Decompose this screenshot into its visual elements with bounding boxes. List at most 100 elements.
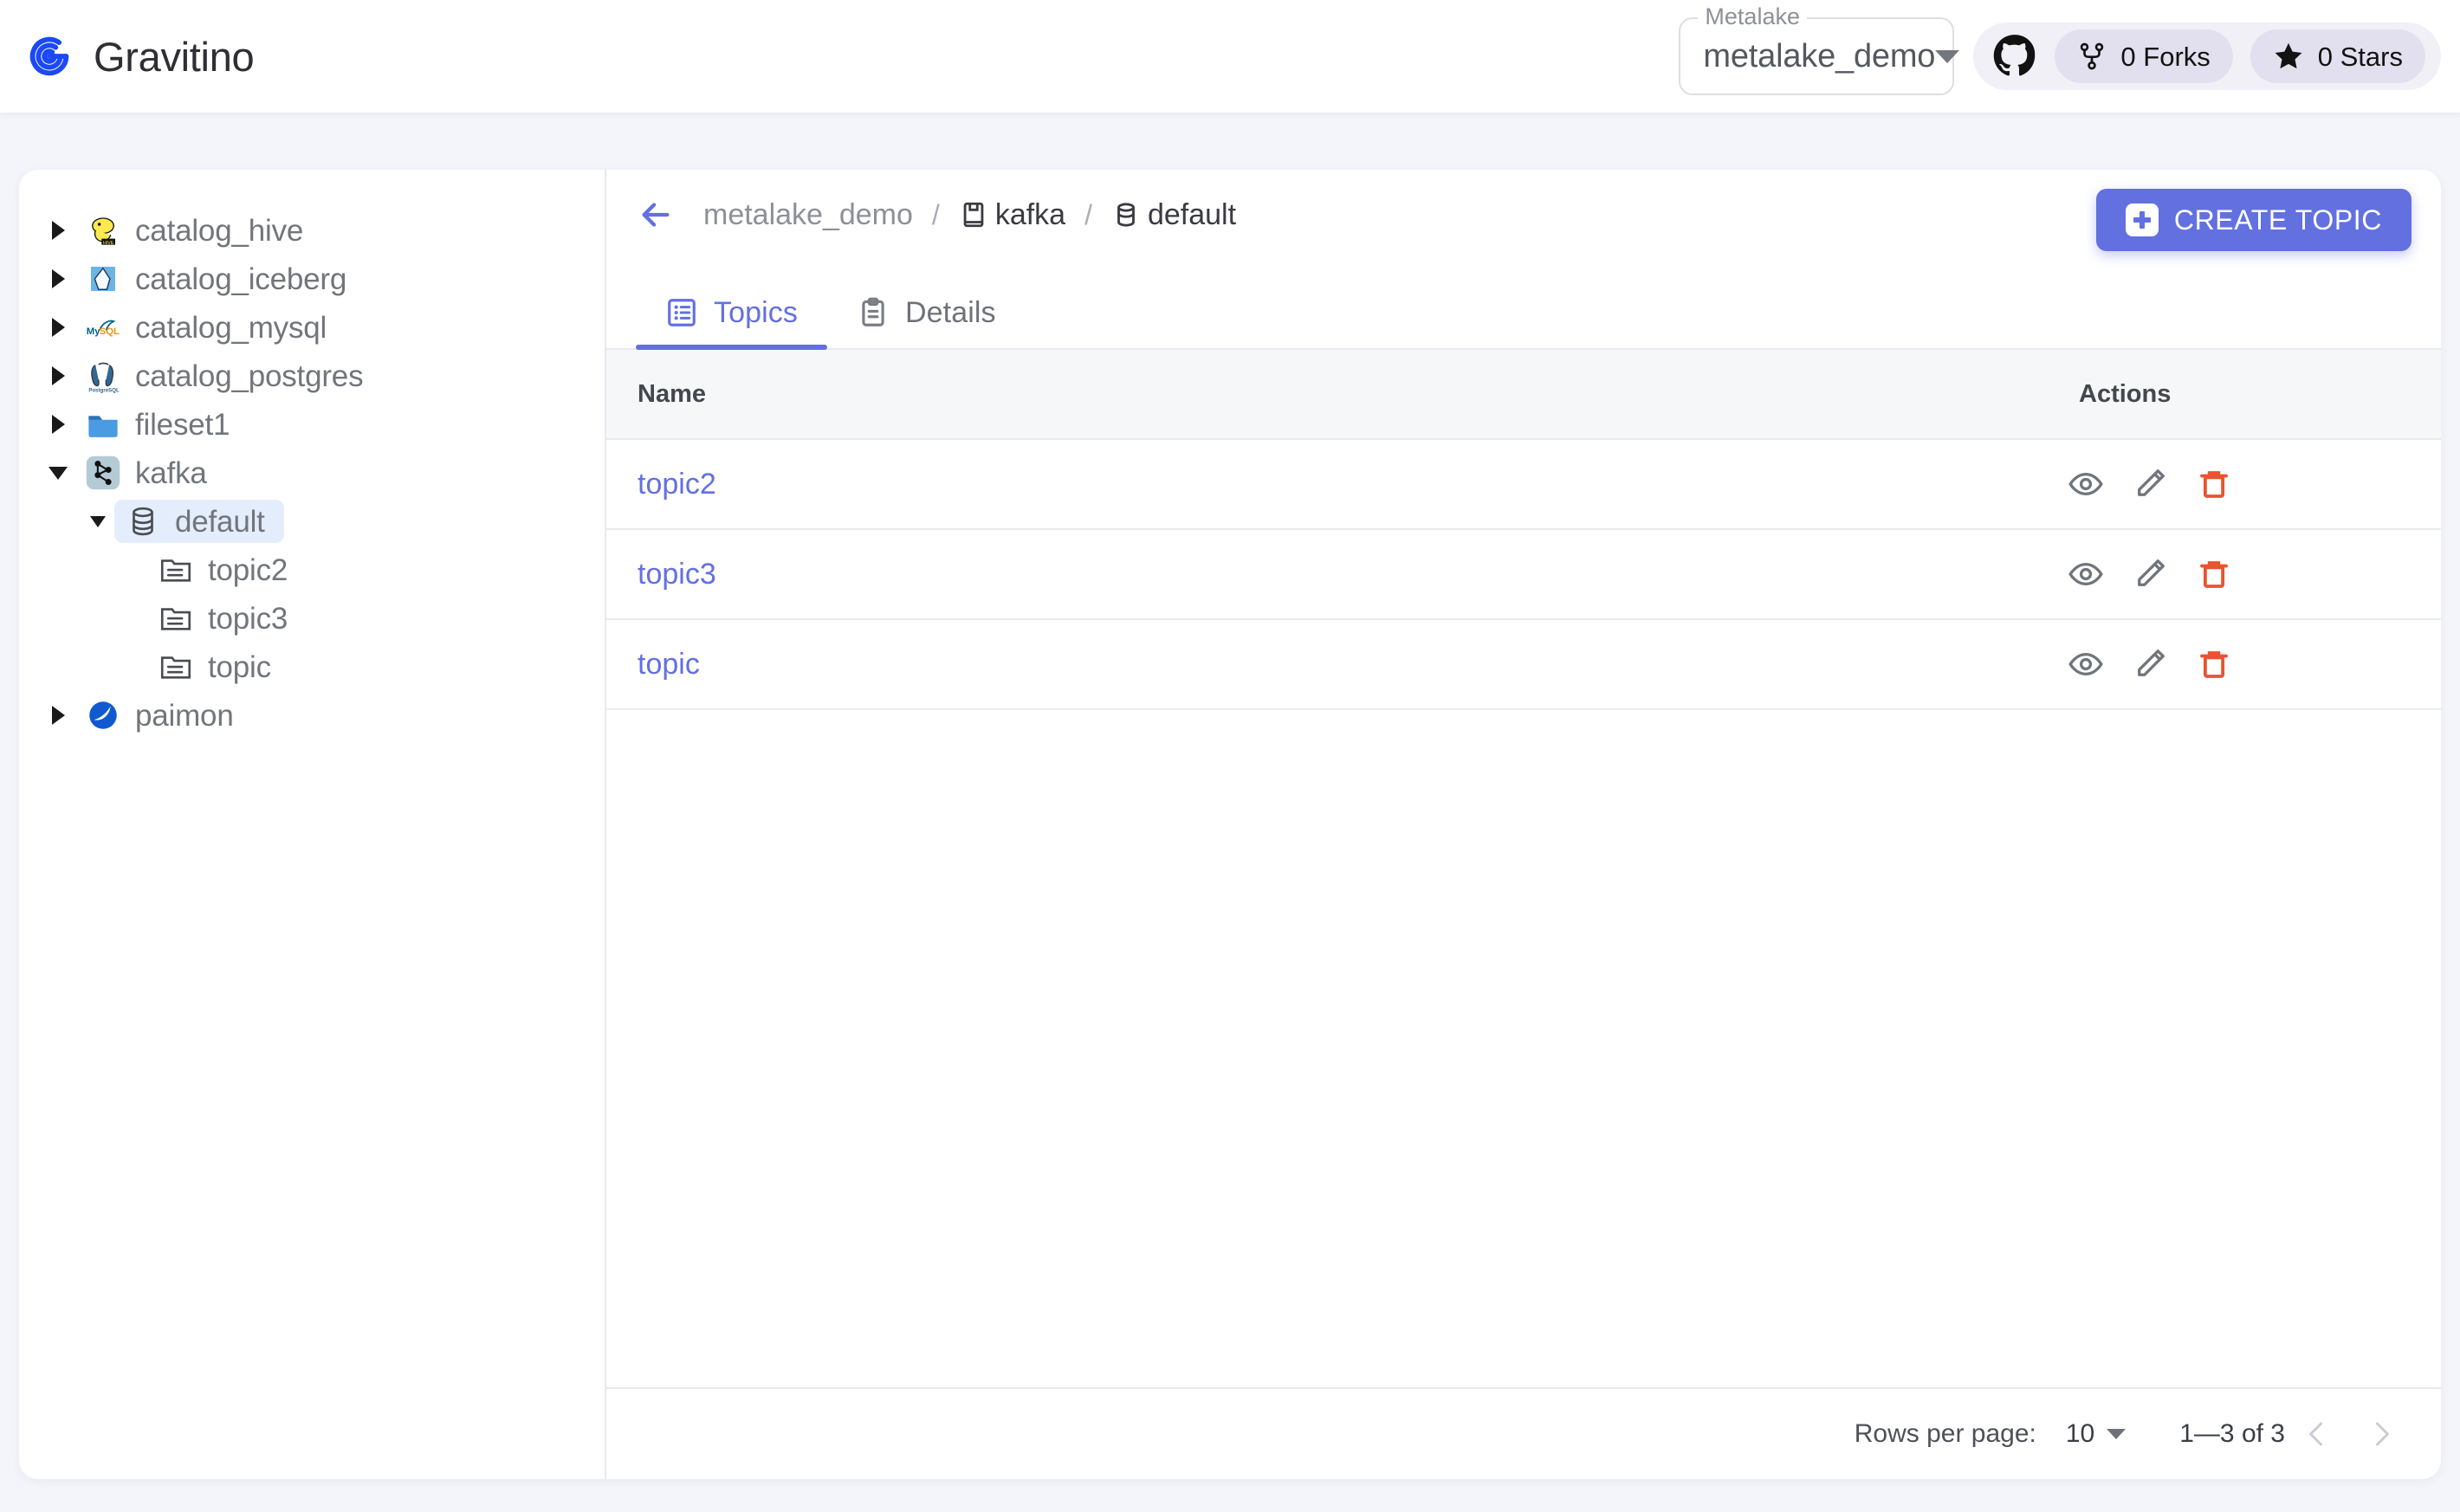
- paimon-icon: [85, 697, 121, 733]
- tree-item-label: default: [175, 507, 265, 537]
- brand[interactable]: Gravitino: [23, 29, 254, 83]
- breadcrumb-item-metalake[interactable]: metalake_demo: [703, 200, 913, 229]
- row-actions: [1991, 638, 2441, 690]
- tree-item-fileset1[interactable]: fileset1: [19, 400, 605, 449]
- chevron-right-icon[interactable]: [42, 318, 74, 337]
- chevron-right-icon: [2366, 1418, 2397, 1450]
- chevron-left-icon: [2301, 1418, 2333, 1450]
- previous-page-button[interactable]: [2285, 1402, 2349, 1466]
- view-icon[interactable]: [2060, 548, 2112, 600]
- tree-item-catalog_hive[interactable]: HIVE catalog_hive: [19, 206, 605, 255]
- tree-item-label: catalog_iceberg: [135, 264, 346, 294]
- breadcrumb-bar: metalake_demo / kafka /: [606, 170, 2441, 260]
- topics-table: Name Actions topic2 top: [606, 350, 2441, 710]
- tree-item-topic[interactable]: topic: [19, 643, 605, 691]
- database-icon: [125, 503, 161, 540]
- tab-details[interactable]: Details: [827, 296, 1026, 348]
- tree-item-label: topic3: [208, 604, 288, 634]
- tree-item-default[interactable]: default: [19, 497, 605, 546]
- table-empty-space: [606, 710, 2441, 1387]
- mysql-icon: My SQL: [85, 309, 121, 346]
- topic-name-link[interactable]: topic2: [606, 469, 1991, 499]
- chevron-right-icon[interactable]: [42, 221, 74, 240]
- edit-icon[interactable]: [2124, 548, 2176, 600]
- breadcrumb-item-catalog[interactable]: kafka: [959, 200, 1065, 229]
- svg-text:My: My: [87, 326, 100, 337]
- tree-item-label: catalog_mysql: [135, 313, 327, 343]
- rows-per-page-select[interactable]: 10: [2066, 1421, 2126, 1447]
- topic-name-link[interactable]: topic: [606, 649, 1991, 679]
- table-row[interactable]: topic3: [606, 530, 2441, 620]
- topic-icon: [158, 552, 194, 588]
- rows-per-page-value: 10: [2066, 1421, 2094, 1447]
- delete-icon[interactable]: [2188, 548, 2240, 600]
- metalake-label: Metalake: [1698, 5, 1807, 29]
- github-forks-label: 0 Forks: [2120, 43, 2210, 70]
- topic-icon: [158, 649, 194, 685]
- topic-icon: [158, 600, 194, 636]
- fork-icon: [2077, 42, 2107, 71]
- github-stars-badge[interactable]: 0 Stars: [2250, 29, 2425, 83]
- postgres-icon: PostgreSQL: [85, 358, 121, 394]
- chevron-down-icon: [1935, 50, 1959, 63]
- chevron-down-icon[interactable]: [81, 516, 114, 527]
- edit-icon[interactable]: [2124, 458, 2176, 510]
- chevron-right-icon[interactable]: [42, 415, 74, 434]
- pagination-bar: Rows per page: 10 1—3 of 3: [606, 1387, 2441, 1479]
- tree-item-topic3[interactable]: topic3: [19, 594, 605, 643]
- breadcrumb-item-label: default: [1148, 200, 1236, 229]
- column-header-name: Name: [606, 382, 1991, 407]
- github-forks-badge[interactable]: 0 Forks: [2055, 29, 2232, 83]
- chevron-down-icon[interactable]: [42, 467, 74, 480]
- delete-icon[interactable]: [2188, 638, 2240, 690]
- tree-item-label: fileset1: [135, 410, 230, 440]
- brand-name: Gravitino: [94, 36, 254, 77]
- create-topic-button[interactable]: CREATE TOPIC: [2096, 189, 2411, 251]
- topic-name-link[interactable]: topic3: [606, 559, 1991, 589]
- edit-icon[interactable]: [2124, 638, 2176, 690]
- github-icon[interactable]: [1992, 34, 2037, 79]
- view-icon[interactable]: [2060, 638, 2112, 690]
- star-icon: [2273, 41, 2304, 72]
- breadcrumb-item-label: kafka: [995, 200, 1065, 229]
- catalog-tree: HIVE catalog_hive catalog_iceberg My: [19, 170, 606, 1479]
- svg-text:HIVE: HIVE: [103, 241, 114, 246]
- table-row[interactable]: topic2: [606, 440, 2441, 530]
- arrow-left-icon[interactable]: [636, 195, 676, 235]
- row-actions: [1991, 548, 2441, 600]
- tree-item-kafka[interactable]: kafka: [19, 449, 605, 497]
- github-stars-label: 0 Stars: [2318, 43, 2403, 70]
- svg-text:SQL: SQL: [100, 326, 120, 337]
- tree-item-topic2[interactable]: topic2: [19, 546, 605, 594]
- table-row[interactable]: topic: [606, 620, 2441, 710]
- tree-item-catalog_mysql[interactable]: My SQL catalog_mysql: [19, 303, 605, 352]
- tree-item-label: catalog_hive: [135, 216, 303, 246]
- delete-icon[interactable]: [2188, 458, 2240, 510]
- tree-item-catalog_postgres[interactable]: PostgreSQL catalog_postgres: [19, 352, 605, 400]
- gravitino-logo-icon: [23, 29, 76, 83]
- tab-topics[interactable]: Topics: [636, 296, 827, 348]
- iceberg-icon: [85, 261, 121, 297]
- hive-icon: HIVE: [85, 212, 121, 249]
- chevron-right-icon[interactable]: [42, 366, 74, 385]
- next-page-button[interactable]: [2349, 1402, 2413, 1466]
- header-right-cluster: metalake_demo Metalake 0 Forks: [1679, 17, 2441, 95]
- folder-icon: [85, 406, 121, 443]
- svg-text:PostgreSQL: PostgreSQL: [88, 387, 120, 393]
- app-header: Gravitino metalake_demo Metalake 0 Forks: [0, 0, 2460, 113]
- breadcrumb: metalake_demo / kafka /: [703, 199, 1236, 231]
- create-topic-label: CREATE TOPIC: [2174, 204, 2382, 236]
- chevron-right-icon[interactable]: [42, 706, 74, 725]
- tree-item-label: topic: [208, 652, 271, 682]
- metalake-selector[interactable]: metalake_demo Metalake: [1679, 17, 1954, 95]
- breadcrumb-item-schema[interactable]: default: [1111, 200, 1236, 229]
- pagination-range: 1—3 of 3: [2179, 1421, 2285, 1447]
- list-icon: [665, 296, 698, 329]
- view-icon[interactable]: [2060, 458, 2112, 510]
- chevron-right-icon[interactable]: [42, 269, 74, 288]
- plus-icon: [2126, 204, 2159, 236]
- main-card: HIVE catalog_hive catalog_iceberg My: [19, 170, 2441, 1479]
- tree-item-label: kafka: [135, 458, 207, 488]
- tree-item-catalog_iceberg[interactable]: catalog_iceberg: [19, 255, 605, 303]
- tree-item-paimon[interactable]: paimon: [19, 691, 605, 740]
